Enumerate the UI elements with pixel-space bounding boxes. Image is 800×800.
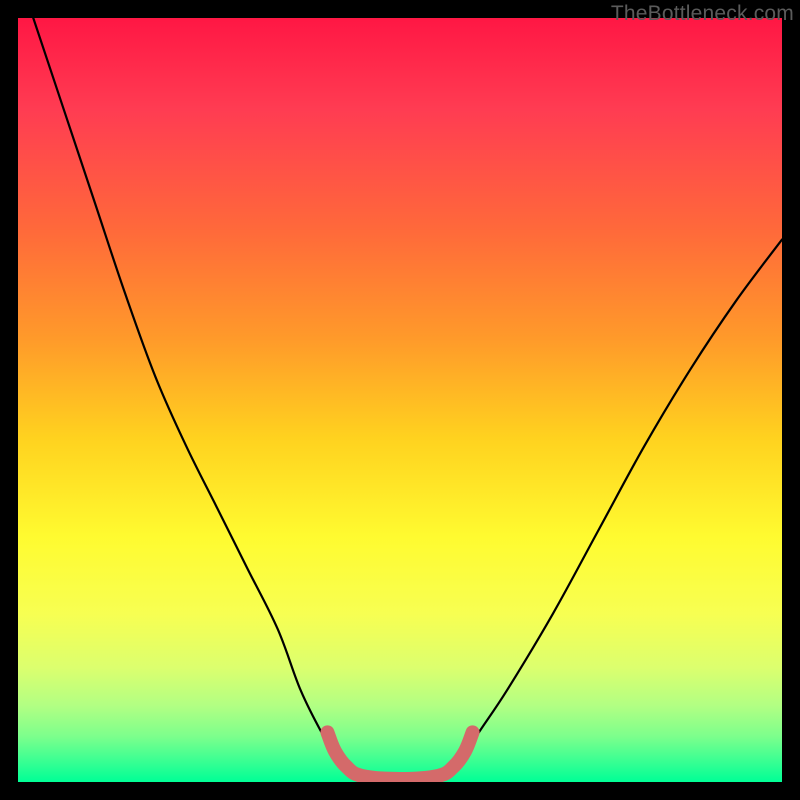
sweet-spot-curve [327,732,472,779]
bottleneck-curve [33,18,782,782]
curve-layer [18,18,782,782]
watermark-text: TheBottleneck.com [611,2,794,26]
plot-area [18,18,782,782]
chart-stage: TheBottleneck.com [0,0,800,800]
